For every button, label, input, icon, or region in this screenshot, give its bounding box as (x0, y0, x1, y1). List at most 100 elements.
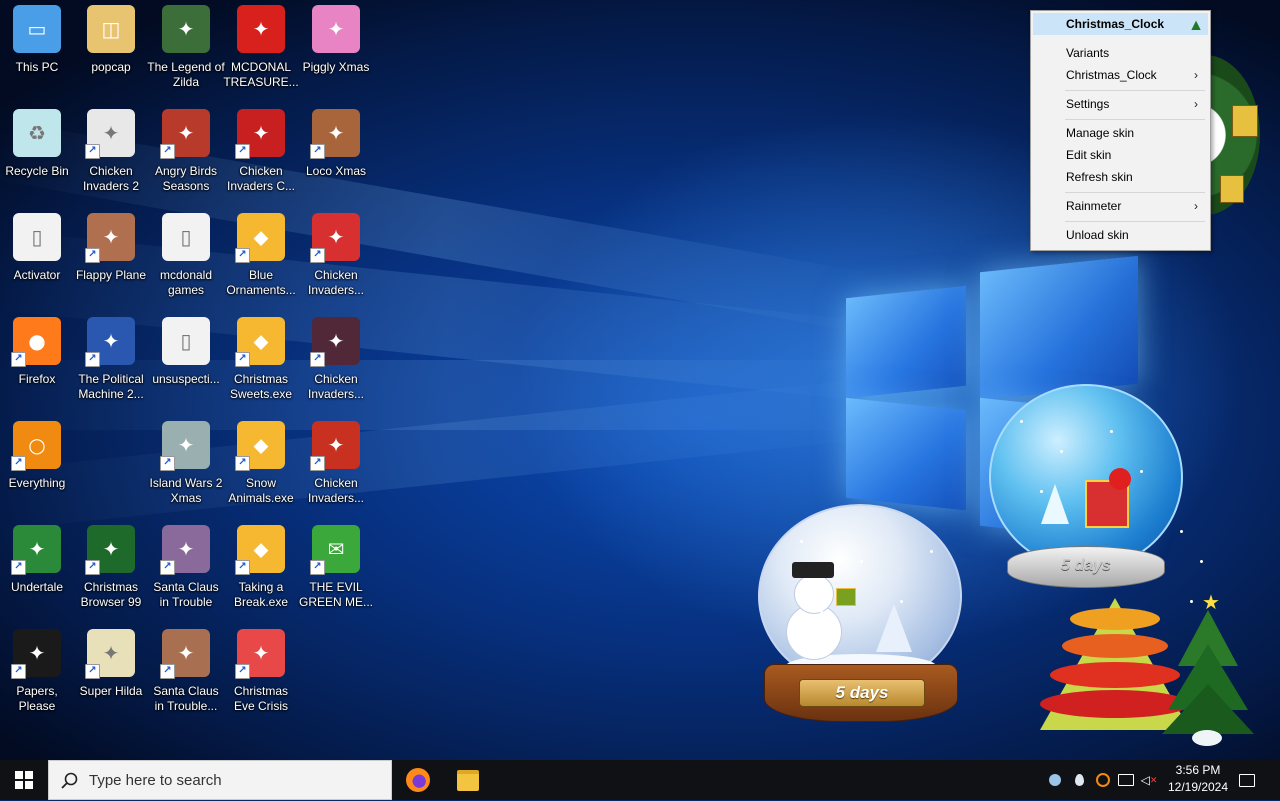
christmas-tree-widget[interactable]: ★ (1162, 590, 1254, 750)
snowflake-icon (1200, 560, 1203, 563)
snow-globe-widget-right[interactable]: 5 days (985, 384, 1185, 604)
desktop-icon-santa-claus-in-trouble[interactable]: ✦ ↗ Santa Claus in Trouble... (149, 629, 223, 729)
taskbar-firefox-button[interactable] (394, 760, 442, 800)
desktop-icon-firefox[interactable]: ● ↗ Firefox (0, 317, 74, 417)
desktop-icon-the-legend-of-zilda[interactable]: ✦ The Legend of Zilda (147, 5, 225, 105)
desktop-icon-label: Taking a Break.exe (233, 580, 289, 609)
desktop-icon-christmas-eve-crisis[interactable]: ✦ ↗ Christmas Eve Crisis (224, 629, 298, 729)
desktop-icon-angry-birds-seasons[interactable]: ✦ ↗ Angry Birds Seasons (149, 109, 223, 209)
desktop-icon-mcdonal-treasure[interactable]: ✦ MCDONAL TREASURE... (223, 5, 299, 105)
dropbox-icon[interactable] (1068, 760, 1090, 800)
days-remaining-label: 5 days (1061, 557, 1111, 574)
desktop-icon-chicken-invaders[interactable]: ✦ ↗ Chicken Invaders... (299, 317, 373, 417)
desktop-icon-label: Firefox (18, 372, 56, 386)
menu-item-refresh-skin[interactable]: Refresh skin (1033, 166, 1208, 188)
desktop-icon-label: The Legend of Zilda (147, 60, 225, 89)
desktop-icon-label: Chicken Invaders C... (226, 164, 296, 193)
desktop-icon-flappy-plane[interactable]: ✦ ↗ Flappy Plane (74, 213, 148, 313)
game-icon: ✦ ↗ (235, 109, 285, 159)
desktop-icon-label: mcdonald games (159, 268, 213, 297)
menu-item-label: Christmas_Clock (1066, 17, 1165, 31)
desktop-icon-label: This PC (15, 60, 59, 74)
desktop-icon-loco-xmas[interactable]: ✦ ↗ Loco Xmas (299, 109, 373, 209)
menu-item-edit-skin[interactable]: Edit skin (1033, 144, 1208, 166)
desktop-icon-chicken-invaders[interactable]: ✦ ↗ Chicken Invaders... (299, 421, 373, 521)
network-icon[interactable] (1115, 760, 1137, 800)
desktop-icon-label: Super Hilda (79, 684, 143, 698)
menu-item-label: Christmas_Clock (1066, 68, 1157, 82)
desktop-icon-label: Christmas Sweets.exe (229, 372, 293, 401)
menu-item-variants[interactable]: Variants (1033, 42, 1208, 64)
desktop-icon-label: Undertale (10, 580, 64, 594)
desktop-icon-island-wars-2-xmas[interactable]: ✦ ↗ Island Wars 2 Xmas (149, 421, 223, 521)
menu-item-unload-skin[interactable]: Unload skin (1033, 224, 1208, 246)
desktop-icon-unsuspecti[interactable]: ▯ unsuspecti... (149, 317, 223, 417)
desktop-icon-the-evil-green-me[interactable]: ✉ ↗ THE EVIL GREEN ME... (299, 525, 373, 625)
desktop-icon-taking-a-break-exe[interactable]: ⬥ ↗ Taking a Break.exe (224, 525, 298, 625)
desktop-icon-chicken-invaders[interactable]: ✦ ↗ Chicken Invaders... (299, 213, 373, 313)
notification-icon[interactable] (1236, 760, 1258, 800)
desktop-icon-blue-ornaments[interactable]: ⬥ ↗ Blue Ornaments... (224, 213, 298, 313)
game-icon: ✦ ↗ (85, 213, 135, 263)
desktop-icon-label: The Political Machine 2... (78, 372, 144, 401)
taskbar-file-explorer-button[interactable] (444, 760, 492, 800)
menu-item-manage-skin[interactable]: Manage skin (1033, 122, 1208, 144)
firefox-icon (406, 768, 430, 792)
game-icon: ✦ ↗ (310, 421, 360, 471)
shortcut-arrow-icon: ↗ (235, 352, 250, 367)
snowflake-icon (860, 560, 863, 563)
game-icon: ✦ ↗ (85, 525, 135, 575)
desktop-icon-christmas-sweets-exe[interactable]: ⬥ ↗ Christmas Sweets.exe (224, 317, 298, 417)
house-icon (1220, 175, 1244, 203)
menu-item-rainmeter[interactable]: Rainmeter › (1033, 195, 1208, 217)
desktop-icon-label: Activator (13, 268, 61, 282)
taskbar-search-box[interactable]: Type here to search (48, 760, 392, 800)
desktop-icon-label: THE EVIL GREEN ME... (298, 580, 373, 609)
menu-item-label: Manage skin (1066, 126, 1135, 140)
shortcut-arrow-icon: ↗ (85, 352, 100, 367)
desktop-icon-label: Christmas Browser 99 (80, 580, 142, 609)
menu-item-settings[interactable]: Settings › (1033, 93, 1208, 115)
shortcut-arrow-icon: ↗ (235, 664, 250, 679)
game-icon: ✦ (237, 5, 285, 53)
desktop-icon-recycle-bin[interactable]: ♻ Recycle Bin (0, 109, 74, 209)
menu-separator (1065, 90, 1205, 91)
game-icon: ✦ ↗ (310, 109, 360, 159)
volume-muted-icon[interactable]: ◁ ✕ (1138, 760, 1160, 800)
desktop-icon-label: MCDONAL TREASURE... (223, 60, 299, 89)
desktop-icon-snow-animals-exe[interactable]: ⬥ ↗ Snow Animals.exe (224, 421, 298, 521)
shortcut-arrow-icon: ↗ (160, 456, 175, 471)
desktop-icon-chicken-invaders-2[interactable]: ✦ ↗ Chicken Invaders 2 (74, 109, 148, 209)
game-icon: ✦ ↗ (310, 317, 360, 367)
recycle-bin-icon: ♻ (13, 109, 61, 157)
desktop-icon-christmas-browser-99[interactable]: ✦ ↗ Christmas Browser 99 (74, 525, 148, 625)
desktop-icon-chicken-invaders-c[interactable]: ✦ ↗ Chicken Invaders C... (224, 109, 298, 209)
desktop-icon-the-political-machine-2[interactable]: ✦ ↗ The Political Machine 2... (74, 317, 148, 417)
desktop-icon-piggly-xmas[interactable]: ✦ Piggly Xmas (299, 5, 373, 105)
desktop-icon-santa-claus-in-trouble[interactable]: ✦ ↗ Santa Claus in Trouble (149, 525, 223, 625)
desktop-icon-papers-please[interactable]: ✦ ↗ Papers, Please (0, 629, 74, 729)
shortcut-arrow-icon: ↗ (310, 456, 325, 471)
menu-item-skin-title[interactable]: Christmas_Clock ▲ (1033, 13, 1208, 35)
start-button[interactable] (0, 760, 48, 800)
desktop-icon-mcdonald-games[interactable]: ▯ mcdonald games (149, 213, 223, 313)
menu-item-christmas-clock[interactable]: Christmas_Clock › (1033, 64, 1208, 86)
desktop-icon-popcap[interactable]: ◫ popcap (74, 5, 148, 105)
desktop-icon-label: unsuspecti... (152, 372, 220, 386)
search-icon (61, 772, 78, 789)
menu-item-label: Refresh skin (1066, 170, 1133, 184)
taskbar-clock[interactable]: 3:56 PM 12/19/2024 (1160, 762, 1236, 796)
desktop-icon-everything[interactable]: ○ ↗ Everything (0, 421, 74, 521)
windows-logo-pane (980, 255, 1138, 401)
desktop-icon-label: Chicken Invaders... (307, 268, 365, 297)
globe-base: 5 days (764, 664, 958, 722)
shortcut-arrow-icon: ↗ (160, 664, 175, 679)
people-icon[interactable] (1044, 760, 1066, 800)
desktop-icon-activator[interactable]: ▯ Activator (0, 213, 74, 313)
desktop-icon-super-hilda[interactable]: ✦ ↗ Super Hilda (74, 629, 148, 729)
desktop-icon-this-pc[interactable]: ▭ This PC (0, 5, 74, 105)
shortcut-arrow-icon: ↗ (11, 456, 26, 471)
desktop-icon-undertale[interactable]: ✦ ↗ Undertale (0, 525, 74, 625)
snow-globe-widget-left[interactable]: 5 days (756, 504, 966, 728)
everything-icon[interactable] (1092, 760, 1114, 800)
